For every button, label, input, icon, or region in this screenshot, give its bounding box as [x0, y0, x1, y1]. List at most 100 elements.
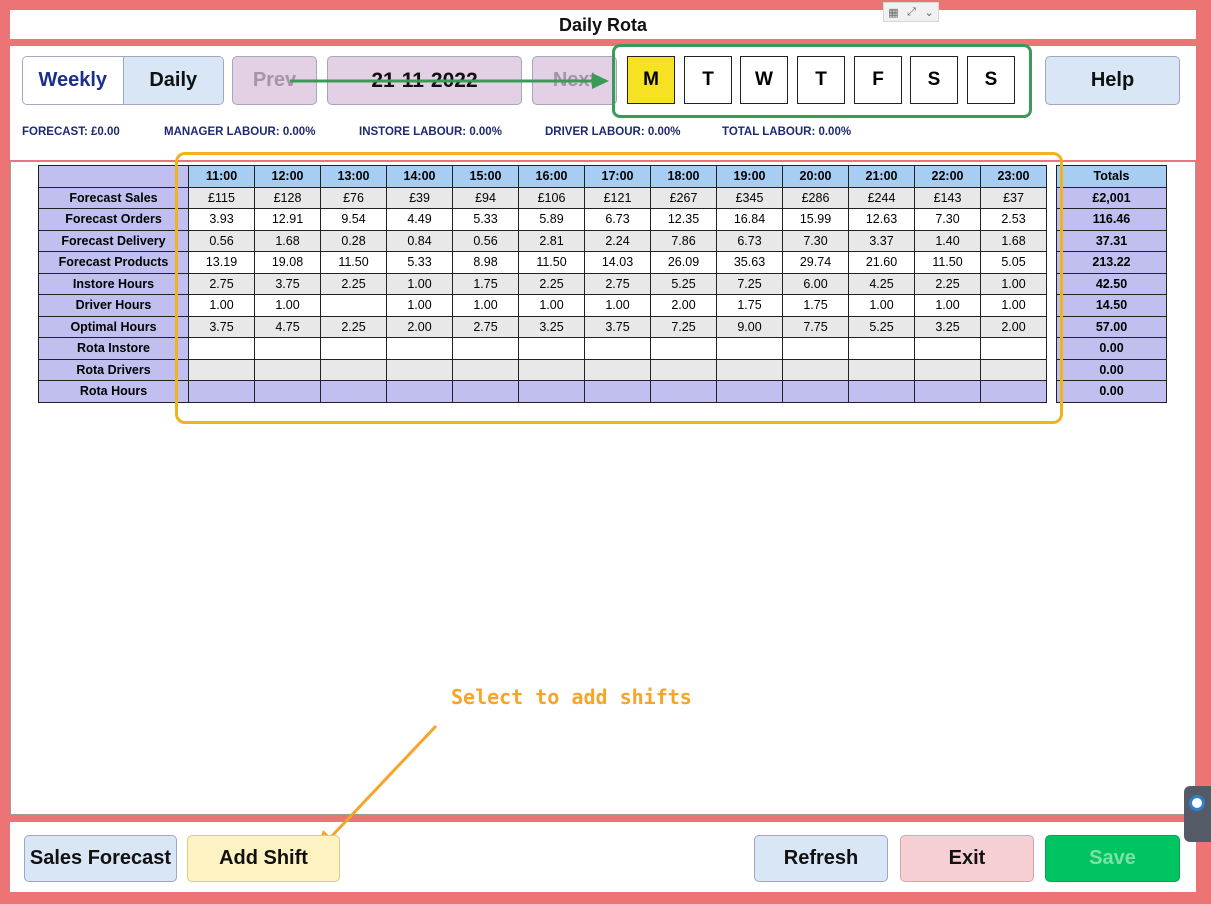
table-cell[interactable]	[782, 337, 849, 360]
table-cell[interactable]	[518, 337, 585, 360]
table-cell[interactable]: 12.35	[650, 208, 717, 231]
table-cell[interactable]: £39	[386, 186, 453, 209]
table-cell[interactable]: 1.40	[914, 229, 981, 252]
add-shift-button[interactable]: Add Shift	[187, 835, 340, 882]
table-cell[interactable]: 1.00	[254, 294, 321, 317]
table-cell[interactable]	[452, 358, 519, 381]
chevron-down-icon[interactable]: ⌄	[925, 6, 934, 19]
table-cell[interactable]: 19.08	[254, 251, 321, 274]
refresh-button[interactable]: Refresh	[754, 835, 888, 882]
table-cell[interactable]: £143	[914, 186, 981, 209]
daily-view-button[interactable]: Daily	[123, 57, 223, 104]
table-cell[interactable]	[518, 380, 585, 403]
table-cell[interactable]	[584, 337, 651, 360]
weekly-view-button[interactable]: Weekly	[23, 57, 124, 104]
table-cell[interactable]: 13.19	[188, 251, 255, 274]
day-button-3[interactable]: T	[797, 56, 845, 104]
table-cell[interactable]	[848, 337, 915, 360]
table-cell[interactable]: 3.37	[848, 229, 915, 252]
day-button-5[interactable]: S	[910, 56, 958, 104]
table-cell[interactable]	[320, 294, 387, 317]
table-cell[interactable]: 21.60	[848, 251, 915, 274]
table-cell[interactable]: £267	[650, 186, 717, 209]
table-cell[interactable]: 5.05	[980, 251, 1047, 274]
table-cell[interactable]	[254, 337, 321, 360]
table-cell[interactable]: 0.84	[386, 229, 453, 252]
table-cell[interactable]: 7.86	[650, 229, 717, 252]
table-cell[interactable]: 11.50	[518, 251, 585, 274]
table-cell[interactable]	[320, 337, 387, 360]
table-cell[interactable]: 3.25	[914, 315, 981, 338]
table-cell[interactable]	[782, 358, 849, 381]
table-cell[interactable]: 29.74	[782, 251, 849, 274]
table-cell[interactable]: 35.63	[716, 251, 783, 274]
table-cell[interactable]: 1.75	[452, 272, 519, 295]
table-cell[interactable]: 5.33	[386, 251, 453, 274]
table-cell[interactable]	[914, 380, 981, 403]
table-cell[interactable]	[188, 337, 255, 360]
table-cell[interactable]: 2.75	[452, 315, 519, 338]
table-cell[interactable]: 9.54	[320, 208, 387, 231]
table-cell[interactable]: 4.75	[254, 315, 321, 338]
table-cell[interactable]: 3.93	[188, 208, 255, 231]
table-cell[interactable]: £37	[980, 186, 1047, 209]
table-cell[interactable]	[452, 380, 519, 403]
table-cell[interactable]: 16.84	[716, 208, 783, 231]
table-cell[interactable]: 0.28	[320, 229, 387, 252]
table-cell[interactable]: 5.25	[848, 315, 915, 338]
sales-forecast-button[interactable]: Sales Forecast	[24, 835, 177, 882]
table-cell[interactable]	[650, 358, 717, 381]
table-cell[interactable]	[716, 358, 783, 381]
table-cell[interactable]: 6.00	[782, 272, 849, 295]
table-cell[interactable]: 1.00	[188, 294, 255, 317]
table-cell[interactable]	[386, 358, 453, 381]
table-cell[interactable]: 1.00	[386, 294, 453, 317]
table-cell[interactable]: 2.75	[188, 272, 255, 295]
table-cell[interactable]	[914, 337, 981, 360]
day-button-2[interactable]: W	[740, 56, 788, 104]
table-cell[interactable]: 4.25	[848, 272, 915, 295]
table-cell[interactable]: 4.49	[386, 208, 453, 231]
table-cell[interactable]: 1.00	[980, 294, 1047, 317]
table-cell[interactable]: 1.68	[254, 229, 321, 252]
table-cell[interactable]	[980, 380, 1047, 403]
table-cell[interactable]: £128	[254, 186, 321, 209]
table-cell[interactable]: 1.68	[980, 229, 1047, 252]
table-cell[interactable]: 5.33	[452, 208, 519, 231]
table-cell[interactable]	[188, 358, 255, 381]
table-cell[interactable]	[848, 358, 915, 381]
table-cell[interactable]	[914, 358, 981, 381]
table-cell[interactable]: 11.50	[914, 251, 981, 274]
table-cell[interactable]: 6.73	[584, 208, 651, 231]
table-cell[interactable]: 8.98	[452, 251, 519, 274]
table-cell[interactable]: 2.25	[914, 272, 981, 295]
table-cell[interactable]: 2.25	[320, 272, 387, 295]
table-cell[interactable]: 1.00	[452, 294, 519, 317]
table-cell[interactable]: 2.25	[518, 272, 585, 295]
exit-button[interactable]: Exit	[900, 835, 1034, 882]
table-cell[interactable]	[386, 337, 453, 360]
table-cell[interactable]	[386, 380, 453, 403]
table-cell[interactable]: £94	[452, 186, 519, 209]
table-cell[interactable]: 2.00	[386, 315, 453, 338]
table-cell[interactable]: 26.09	[650, 251, 717, 274]
table-cell[interactable]	[650, 380, 717, 403]
table-cell[interactable]	[584, 358, 651, 381]
table-cell[interactable]: 0.56	[188, 229, 255, 252]
side-panel-tab[interactable]	[1184, 786, 1211, 842]
table-cell[interactable]: 7.25	[650, 315, 717, 338]
date-display[interactable]: 21-11-2022	[327, 56, 522, 105]
table-cell[interactable]: 7.30	[782, 229, 849, 252]
table-cell[interactable]	[716, 337, 783, 360]
prev-button[interactable]: Prev	[232, 56, 317, 105]
table-cell[interactable]: 5.89	[518, 208, 585, 231]
window-controls[interactable]: ▦ ⤢ ⌄	[883, 2, 939, 22]
table-cell[interactable]: 2.00	[650, 294, 717, 317]
table-cell[interactable]: 7.25	[716, 272, 783, 295]
table-cell[interactable]: 2.00	[980, 315, 1047, 338]
table-cell[interactable]: 1.00	[386, 272, 453, 295]
table-cell[interactable]: 6.73	[716, 229, 783, 252]
table-cell[interactable]: 2.24	[584, 229, 651, 252]
day-button-0[interactable]: M	[627, 56, 675, 104]
table-cell[interactable]	[980, 358, 1047, 381]
